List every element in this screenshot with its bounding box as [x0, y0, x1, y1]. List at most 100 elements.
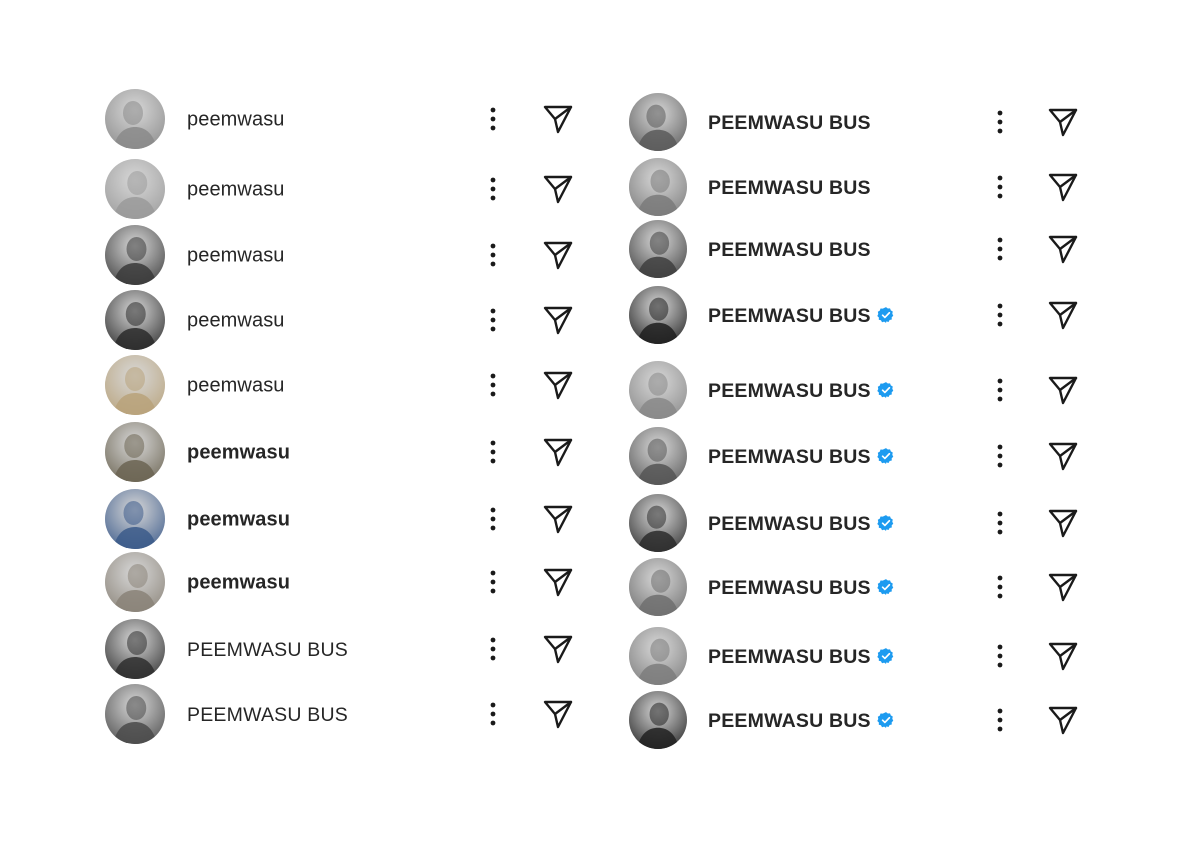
username[interactable]: PEEMWASU BUS	[708, 444, 895, 469]
send-paper-plane-icon[interactable]	[541, 238, 575, 272]
more-vertical-icon[interactable]	[483, 568, 503, 596]
more-vertical-icon[interactable]	[483, 438, 503, 466]
verified-badge-icon	[877, 381, 895, 399]
username-text: PEEMWASU BUS	[708, 304, 871, 327]
avatar[interactable]	[105, 684, 165, 744]
username-text: PEEMWASU BUS	[708, 576, 871, 599]
username[interactable]: peemwasu	[187, 177, 285, 202]
avatar[interactable]	[105, 290, 165, 350]
username[interactable]: PEEMWASU BUS	[708, 708, 895, 733]
more-vertical-icon[interactable]	[990, 706, 1010, 734]
avatar[interactable]	[629, 691, 687, 749]
more-vertical-icon[interactable]	[483, 105, 503, 133]
send-paper-plane-icon[interactable]	[541, 102, 575, 136]
username-text: peemwasu	[187, 178, 285, 201]
avatar[interactable]	[629, 93, 687, 151]
send-paper-plane-icon[interactable]	[1046, 639, 1080, 673]
send-paper-plane-icon[interactable]	[541, 303, 575, 337]
send-paper-plane-icon[interactable]	[541, 697, 575, 731]
send-paper-plane-icon[interactable]	[541, 632, 575, 666]
send-paper-plane-icon[interactable]	[1046, 105, 1080, 139]
verified-badge-icon	[877, 647, 895, 665]
username-text: PEEMWASU BUS	[708, 709, 871, 732]
more-vertical-icon[interactable]	[990, 442, 1010, 470]
username[interactable]: PEEMWASU BUS	[708, 237, 871, 262]
avatar[interactable]	[629, 220, 687, 278]
username[interactable]: PEEMWASU BUS	[187, 702, 348, 727]
username[interactable]: PEEMWASU BUS	[708, 378, 895, 403]
avatar[interactable]	[629, 558, 687, 616]
send-paper-plane-icon[interactable]	[1046, 570, 1080, 604]
more-vertical-icon[interactable]	[990, 509, 1010, 537]
verified-badge-icon	[877, 514, 895, 532]
send-paper-plane-icon[interactable]	[1046, 439, 1080, 473]
avatar[interactable]	[629, 494, 687, 552]
verified-badge-icon	[877, 447, 895, 465]
username[interactable]: peemwasu	[187, 440, 290, 465]
send-paper-plane-icon[interactable]	[541, 565, 575, 599]
send-paper-plane-icon[interactable]	[541, 368, 575, 402]
username-text: PEEMWASU BUS	[708, 111, 871, 134]
avatar[interactable]	[105, 619, 165, 679]
username[interactable]: PEEMWASU BUS	[708, 110, 871, 135]
send-paper-plane-icon[interactable]	[1046, 170, 1080, 204]
avatar[interactable]	[629, 627, 687, 685]
username[interactable]: peemwasu	[187, 570, 290, 595]
avatar[interactable]	[629, 427, 687, 485]
avatar[interactable]	[105, 552, 165, 612]
more-vertical-icon[interactable]	[483, 371, 503, 399]
avatar[interactable]	[105, 89, 165, 149]
avatar[interactable]	[105, 489, 165, 549]
username-text: PEEMWASU BUS	[708, 176, 871, 199]
username[interactable]: peemwasu	[187, 308, 285, 333]
more-vertical-icon[interactable]	[990, 376, 1010, 404]
username-text: PEEMWASU BUS	[708, 445, 871, 468]
username[interactable]: PEEMWASU BUS	[708, 575, 895, 600]
username-text: PEEMWASU BUS	[708, 645, 871, 668]
more-vertical-icon[interactable]	[990, 173, 1010, 201]
avatar[interactable]	[105, 422, 165, 482]
avatar[interactable]	[105, 225, 165, 285]
username[interactable]: peemwasu	[187, 243, 285, 268]
avatar[interactable]	[629, 286, 687, 344]
more-vertical-icon[interactable]	[990, 108, 1010, 136]
send-paper-plane-icon[interactable]	[1046, 506, 1080, 540]
send-paper-plane-icon[interactable]	[1046, 373, 1080, 407]
more-vertical-icon[interactable]	[483, 306, 503, 334]
avatar[interactable]	[105, 159, 165, 219]
username-text: peemwasu	[187, 108, 285, 131]
username[interactable]: PEEMWASU BUS	[187, 637, 348, 662]
username[interactable]: peemwasu	[187, 107, 285, 132]
username[interactable]: PEEMWASU BUS	[708, 644, 895, 669]
more-vertical-icon[interactable]	[483, 700, 503, 728]
send-paper-plane-icon[interactable]	[1046, 232, 1080, 266]
avatar[interactable]	[629, 361, 687, 419]
username[interactable]: PEEMWASU BUS	[708, 303, 895, 328]
username-text: PEEMWASU BUS	[708, 238, 871, 261]
more-vertical-icon[interactable]	[990, 573, 1010, 601]
send-paper-plane-icon[interactable]	[1046, 298, 1080, 332]
username-text: PEEMWASU BUS	[708, 379, 871, 402]
username-text: peemwasu	[187, 571, 291, 594]
more-vertical-icon[interactable]	[483, 635, 503, 663]
username[interactable]: peemwasu	[187, 373, 285, 398]
more-vertical-icon[interactable]	[990, 301, 1010, 329]
send-paper-plane-icon[interactable]	[541, 172, 575, 206]
more-vertical-icon[interactable]	[990, 642, 1010, 670]
username[interactable]: PEEMWASU BUS	[708, 175, 871, 200]
avatar[interactable]	[629, 158, 687, 216]
send-paper-plane-icon[interactable]	[1046, 703, 1080, 737]
username-text: peemwasu	[187, 508, 291, 531]
more-vertical-icon[interactable]	[483, 241, 503, 269]
send-paper-plane-icon[interactable]	[541, 435, 575, 469]
more-vertical-icon[interactable]	[990, 235, 1010, 263]
send-paper-plane-icon[interactable]	[541, 502, 575, 536]
more-vertical-icon[interactable]	[483, 505, 503, 533]
username[interactable]: PEEMWASU BUS	[708, 511, 895, 536]
more-vertical-icon[interactable]	[483, 175, 503, 203]
username-text: peemwasu	[187, 441, 291, 464]
verified-badge-icon	[877, 578, 895, 596]
username[interactable]: peemwasu	[187, 507, 290, 532]
verified-badge-icon	[877, 306, 895, 324]
avatar[interactable]	[105, 355, 165, 415]
